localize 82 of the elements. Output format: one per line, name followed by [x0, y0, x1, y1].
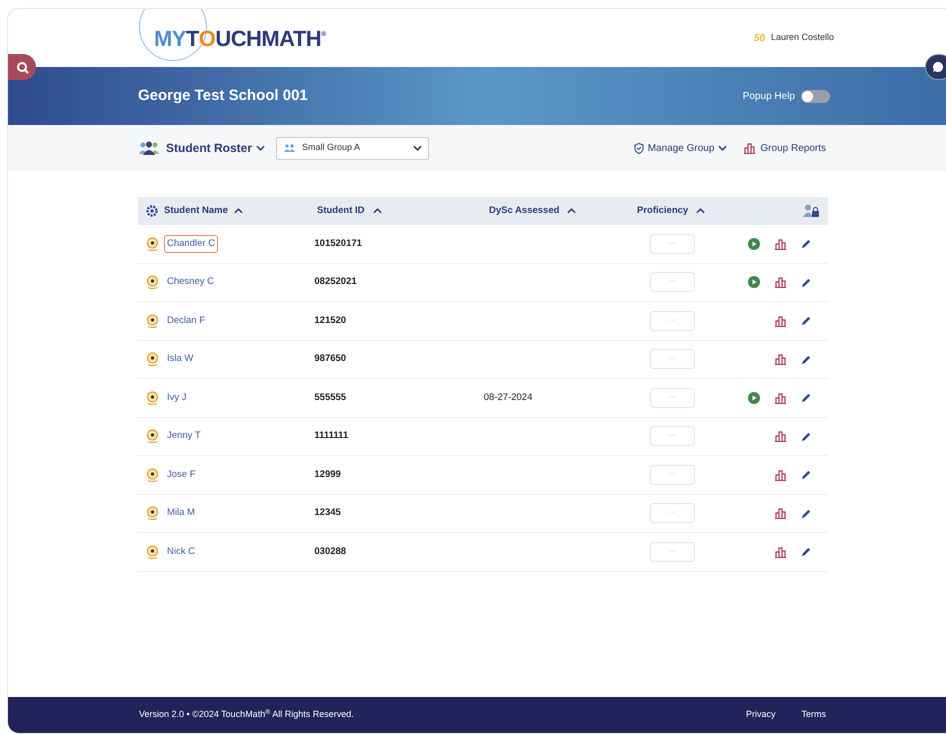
student-name-link[interactable]: Nick C — [164, 542, 198, 561]
student-id: 555555 — [314, 392, 346, 403]
student-id: 101520171 — [314, 238, 362, 249]
student-name-link[interactable]: Isla W — [164, 350, 196, 368]
student-name-link[interactable]: Mila M — [164, 504, 198, 522]
manage-group-menu[interactable]: Manage Group — [634, 140, 728, 156]
bar-chart-icon[interactable] — [774, 507, 787, 520]
user-name[interactable]: Lauren Costello — [770, 31, 834, 45]
pencil-icon[interactable] — [801, 469, 812, 480]
popup-help-label: Popup Help — [742, 90, 795, 104]
chevron-down-icon — [413, 145, 422, 151]
group-icon — [138, 141, 160, 155]
student-id: 987650 — [314, 353, 346, 364]
search-tab[interactable] — [8, 54, 36, 80]
group-select[interactable]: Small Group A — [276, 136, 430, 160]
student-avatar-icon — [146, 390, 159, 405]
bar-chart-icon[interactable] — [774, 430, 787, 442]
bar-chart-icon[interactable] — [743, 142, 756, 154]
student-id: 12999 — [314, 468, 341, 480]
assessed-date: 08-27-2024 — [484, 392, 532, 403]
user-lock-icon[interactable] — [803, 204, 820, 218]
student-id: 030288 — [314, 546, 346, 557]
bar-chart-icon[interactable] — [774, 238, 787, 250]
school-name: George Test School 001 — [138, 86, 308, 106]
bar-chart-icon[interactable] — [774, 314, 787, 327]
chat-icon — [932, 61, 944, 73]
student-avatar-icon — [146, 544, 159, 559]
settings-icon[interactable] — [146, 205, 158, 217]
chevron-down-icon — [256, 145, 266, 151]
column-header[interactable]: Proficiency — [637, 204, 688, 218]
student-id: 08252021 — [314, 276, 357, 288]
student-name-link[interactable]: Ivy J — [164, 388, 190, 407]
student-name-link[interactable]: Declan F — [164, 312, 208, 330]
student-name-link[interactable]: Jose F — [164, 466, 199, 484]
pencil-icon[interactable] — [801, 430, 812, 442]
chevron-down-icon — [718, 145, 728, 151]
column-header[interactable]: Student ID — [317, 204, 364, 218]
popup-help-toggle[interactable] — [801, 90, 830, 102]
student-avatar-icon — [146, 429, 159, 444]
student-id: 12345 — [314, 507, 341, 518]
student-avatar-icon — [146, 352, 159, 366]
bar-chart-icon[interactable] — [774, 468, 787, 481]
student-id: 1111111 — [314, 430, 348, 442]
bar-chart-icon[interactable] — [774, 392, 787, 404]
play-icon[interactable] — [748, 392, 760, 404]
sort-up-icon[interactable] — [567, 208, 576, 214]
student-avatar-icon — [146, 275, 159, 290]
group-icon — [283, 144, 296, 152]
footer-link[interactable]: Privacy — [746, 708, 776, 722]
brand-label: 50 — [754, 32, 765, 46]
search-icon — [16, 60, 28, 74]
pencil-icon[interactable] — [801, 546, 812, 558]
pencil-icon[interactable] — [801, 276, 812, 288]
group-reports-link[interactable]: Group Reports — [743, 140, 826, 156]
bar-chart-icon[interactable] — [774, 353, 787, 366]
play-icon[interactable] — [748, 276, 760, 288]
bar-chart-icon[interactable] — [774, 276, 787, 288]
student-id: 121520 — [314, 314, 346, 326]
pencil-icon[interactable] — [801, 354, 812, 365]
sort-up-icon[interactable] — [696, 208, 706, 214]
logo: MYTOUCHMATH$^{®}$ — [154, 24, 326, 52]
footer-link[interactable]: Terms — [802, 708, 826, 722]
student-name-link[interactable]: Chesney C — [164, 273, 217, 292]
copyright-text: Version 2.0 • ©2024 TouchMath$^{®}$ All Rights Reserved. — [139, 708, 354, 722]
sort-up-icon[interactable] — [234, 208, 243, 214]
student-avatar-icon — [146, 468, 159, 482]
pencil-icon[interactable] — [801, 392, 812, 404]
student-avatar-icon — [146, 314, 159, 328]
sort-up-icon[interactable] — [372, 208, 382, 214]
student-name-link[interactable]: Chandler C — [164, 234, 218, 253]
pencil-icon[interactable] — [801, 508, 812, 519]
shield-icon — [634, 142, 644, 154]
bar-chart-icon[interactable] — [774, 546, 787, 558]
play-icon[interactable] — [748, 238, 760, 250]
pencil-icon[interactable] — [801, 315, 812, 326]
student-name-link[interactable]: Jenny T — [164, 427, 204, 446]
student-avatar-icon — [146, 506, 159, 520]
column-header[interactable]: Student Name — [164, 204, 228, 218]
column-header[interactable]: DySc Assessed — [489, 204, 560, 218]
student-avatar-icon — [146, 236, 159, 251]
student-roster-dropdown[interactable]: Student Roster — [166, 139, 266, 157]
pencil-icon[interactable] — [801, 238, 812, 250]
